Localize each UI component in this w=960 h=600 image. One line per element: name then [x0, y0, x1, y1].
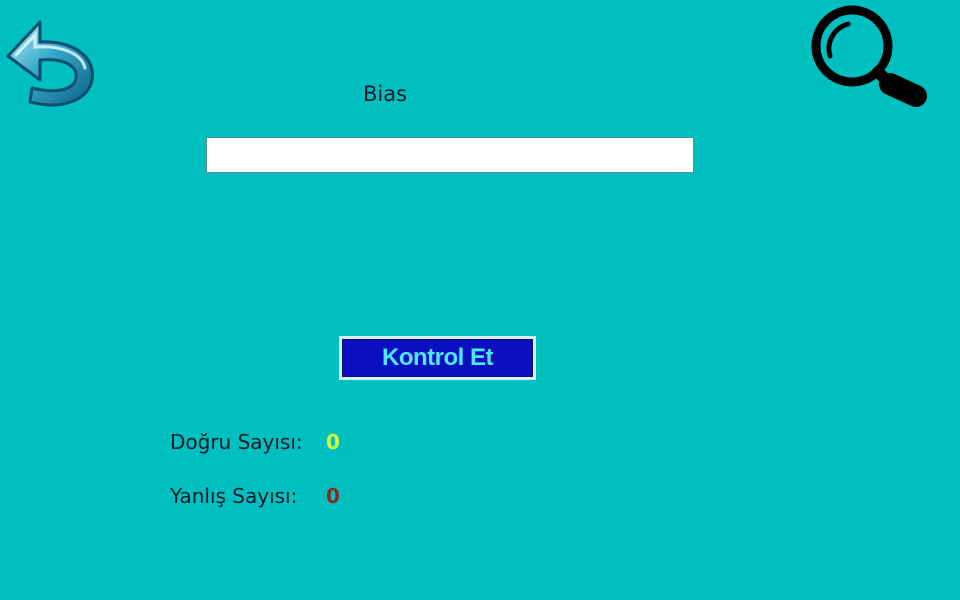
- correct-count-value: 0: [326, 430, 340, 454]
- correct-count-label: Doğru Sayısı:: [170, 430, 303, 454]
- check-button[interactable]: Kontrol Et: [339, 336, 536, 380]
- search-button[interactable]: [806, 4, 932, 108]
- magnifier-icon: [811, 5, 927, 107]
- answer-input[interactable]: [206, 137, 694, 173]
- wrong-count-value: 0: [326, 484, 340, 508]
- undo-arrow-icon: [6, 20, 94, 107]
- back-button[interactable]: [2, 8, 98, 108]
- wrong-count-label: Yanlış Sayısı:: [170, 484, 298, 508]
- question-word: Bias: [362, 82, 408, 106]
